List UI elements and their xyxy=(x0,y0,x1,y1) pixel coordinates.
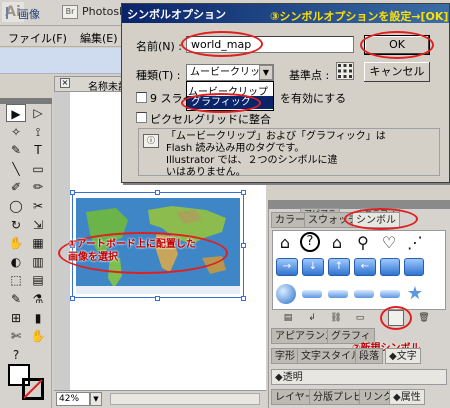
tool-button[interactable]: ✧ xyxy=(6,123,26,141)
horizontal-scrollbar[interactable] xyxy=(110,393,260,405)
arrow-down-symbol-icon[interactable]: ↓ xyxy=(302,258,324,276)
annotation-step1-line1: ①アートボード上に配置した xyxy=(68,239,196,250)
symbol-libraries-icon[interactable]: ▤ xyxy=(282,313,294,324)
tool-button[interactable]: ⬚ xyxy=(6,271,26,289)
info-line: 「ムービークリップ」および「グラフィック」は xyxy=(166,131,386,142)
annotation-step3: ③シンボルオプションを設定→[OK] xyxy=(270,10,449,23)
tool-button[interactable]: ✋ xyxy=(28,327,48,345)
zoom-level-field[interactable]: 42% xyxy=(56,392,90,406)
panel-dock-header[interactable] xyxy=(268,200,450,209)
tool-button[interactable]: ✋ xyxy=(6,234,26,252)
tool-button[interactable]: ▥ xyxy=(28,253,48,271)
type-label: 種類(T) : xyxy=(136,69,181,82)
pixel-grid-label: ピクセルグリッドに整合 xyxy=(150,113,271,126)
info-text: 「ムービークリップ」および「グラフィック」は Flash 読み込み用のタグです。… xyxy=(166,131,386,179)
selection-handle[interactable] xyxy=(241,296,246,301)
selection-handle[interactable] xyxy=(70,190,75,195)
none-stroke-icon xyxy=(23,379,43,399)
close-icon[interactable]: × xyxy=(60,78,70,88)
tool-button[interactable]: ◐ xyxy=(6,253,26,271)
tool-button[interactable]: ▤ xyxy=(28,271,48,289)
basket-symbol-icon[interactable]: ⌂ xyxy=(326,232,348,254)
bar-symbol-icon[interactable] xyxy=(302,290,322,298)
button-symbol-icon[interactable] xyxy=(404,258,424,276)
button-symbol-icon[interactable] xyxy=(380,258,400,276)
annotation-step1-line2: 画像を選択 xyxy=(68,252,118,263)
name-label: 名前(N) : xyxy=(136,40,183,53)
tool-button[interactable]: ↻ xyxy=(6,216,26,234)
break-link-icon[interactable]: ⛓ xyxy=(330,313,342,324)
tool-button[interactable]: ✎ xyxy=(6,141,26,159)
tool-button[interactable]: ✏ xyxy=(28,178,48,196)
tab-attributes[interactable]: ◆属性 xyxy=(389,389,425,405)
tab-character[interactable]: ◆文字 xyxy=(385,348,421,364)
tab-transparency[interactable]: ◆透明 xyxy=(271,369,447,385)
menu-file[interactable]: ファイル(F) xyxy=(8,30,67,46)
tool-button[interactable]: T xyxy=(28,141,48,159)
bar-symbol-icon[interactable] xyxy=(380,290,400,298)
symbol-options-icon[interactable]: ▭ xyxy=(354,313,366,324)
arrow-right-symbol-icon[interactable]: → xyxy=(276,258,298,276)
control-bar-grip[interactable] xyxy=(6,7,14,19)
tool-button[interactable]: ◯ xyxy=(6,197,26,215)
tool-button[interactable]: ⟟ xyxy=(28,123,48,141)
tool-button[interactable]: ✐ xyxy=(6,178,26,196)
bridge-icon[interactable]: Br xyxy=(62,5,78,19)
tool-button[interactable]: ▦ xyxy=(28,234,48,252)
delete-symbol-icon[interactable]: 🗑 xyxy=(418,313,430,324)
tool-button[interactable]: ? xyxy=(6,346,26,364)
tool-button[interactable]: ▷ xyxy=(28,104,48,122)
nine-slice-checkbox[interactable] xyxy=(136,92,147,103)
annotation-circle-ok xyxy=(360,31,434,59)
annotation-circle-name xyxy=(181,31,263,57)
tool-button[interactable]: ✄ xyxy=(6,327,26,345)
selection-handle[interactable] xyxy=(241,190,246,195)
heart-symbol-icon[interactable]: ♡ xyxy=(378,232,400,254)
bar-symbol-icon[interactable] xyxy=(328,290,348,298)
tool-button[interactable]: ▮ xyxy=(28,309,48,327)
info-line: Illustrator では、２つのシンボルに違 xyxy=(166,155,338,166)
registration-label: 基準点 : xyxy=(289,69,330,82)
menu-edit[interactable]: 編集(E) xyxy=(80,30,118,46)
search-symbol-icon[interactable]: ⚲ xyxy=(352,232,374,254)
info-icon: ⓘ xyxy=(143,134,159,148)
tool-button[interactable]: ✎ xyxy=(6,290,26,308)
chevron-down-icon[interactable]: ▼ xyxy=(259,65,273,80)
star-symbol-icon[interactable]: ★ xyxy=(404,283,426,305)
place-symbol-icon[interactable]: ↲ xyxy=(306,313,318,324)
help-symbol-icon[interactable]: ? xyxy=(300,232,320,252)
tool-button[interactable]: ✂ xyxy=(28,197,48,215)
bar-symbol-icon[interactable] xyxy=(354,290,374,298)
control-bar-label: 画像 xyxy=(18,8,40,21)
annotation-circle-new-symbol xyxy=(380,306,412,330)
dialog-title: シンボルオプション xyxy=(127,8,226,21)
selection-handle[interactable] xyxy=(241,243,246,248)
annotation-circle-symbols-tab xyxy=(344,208,418,230)
tab-paragraph[interactable]: 段落 xyxy=(355,348,383,364)
tool-button[interactable]: ⇲ xyxy=(28,216,48,234)
globe-symbol-icon[interactable] xyxy=(276,284,296,304)
tab-glyphs[interactable]: 字形 xyxy=(271,348,299,364)
nine-slice-label-end: を有効にする xyxy=(280,92,347,105)
tool-button[interactable]: ▶ xyxy=(6,104,26,122)
pixel-grid-checkbox[interactable] xyxy=(136,112,147,123)
info-line: いはありません。 xyxy=(166,167,246,178)
zoom-dropdown-arrow[interactable]: ▼ xyxy=(90,392,102,406)
annotation-circle-graphic xyxy=(181,93,261,113)
tool-button[interactable]: ▭ xyxy=(28,160,48,178)
annotation-step1: ①アートボード上に配置した 画像を選択 xyxy=(68,238,196,264)
tool-button[interactable]: ⚗ xyxy=(28,290,48,308)
info-line: Flash 読み込み用のタグです。 xyxy=(166,143,305,154)
tool-button[interactable]: ⊞ xyxy=(6,309,26,327)
selection-handle[interactable] xyxy=(70,296,75,301)
arrow-left-symbol-icon[interactable]: ← xyxy=(354,258,376,276)
home-symbol-icon[interactable]: ⌂ xyxy=(274,232,296,254)
tool-button[interactable]: ╲ xyxy=(6,160,26,178)
arrow-up-symbol-icon[interactable]: ↑ xyxy=(328,258,350,276)
registration-point-icon[interactable] xyxy=(336,62,354,80)
cancel-button[interactable]: キャンセル xyxy=(364,62,430,82)
selection-handle[interactable] xyxy=(155,296,160,301)
selection-handle[interactable] xyxy=(155,190,160,195)
rss-symbol-icon[interactable]: ⋰ xyxy=(404,232,426,254)
